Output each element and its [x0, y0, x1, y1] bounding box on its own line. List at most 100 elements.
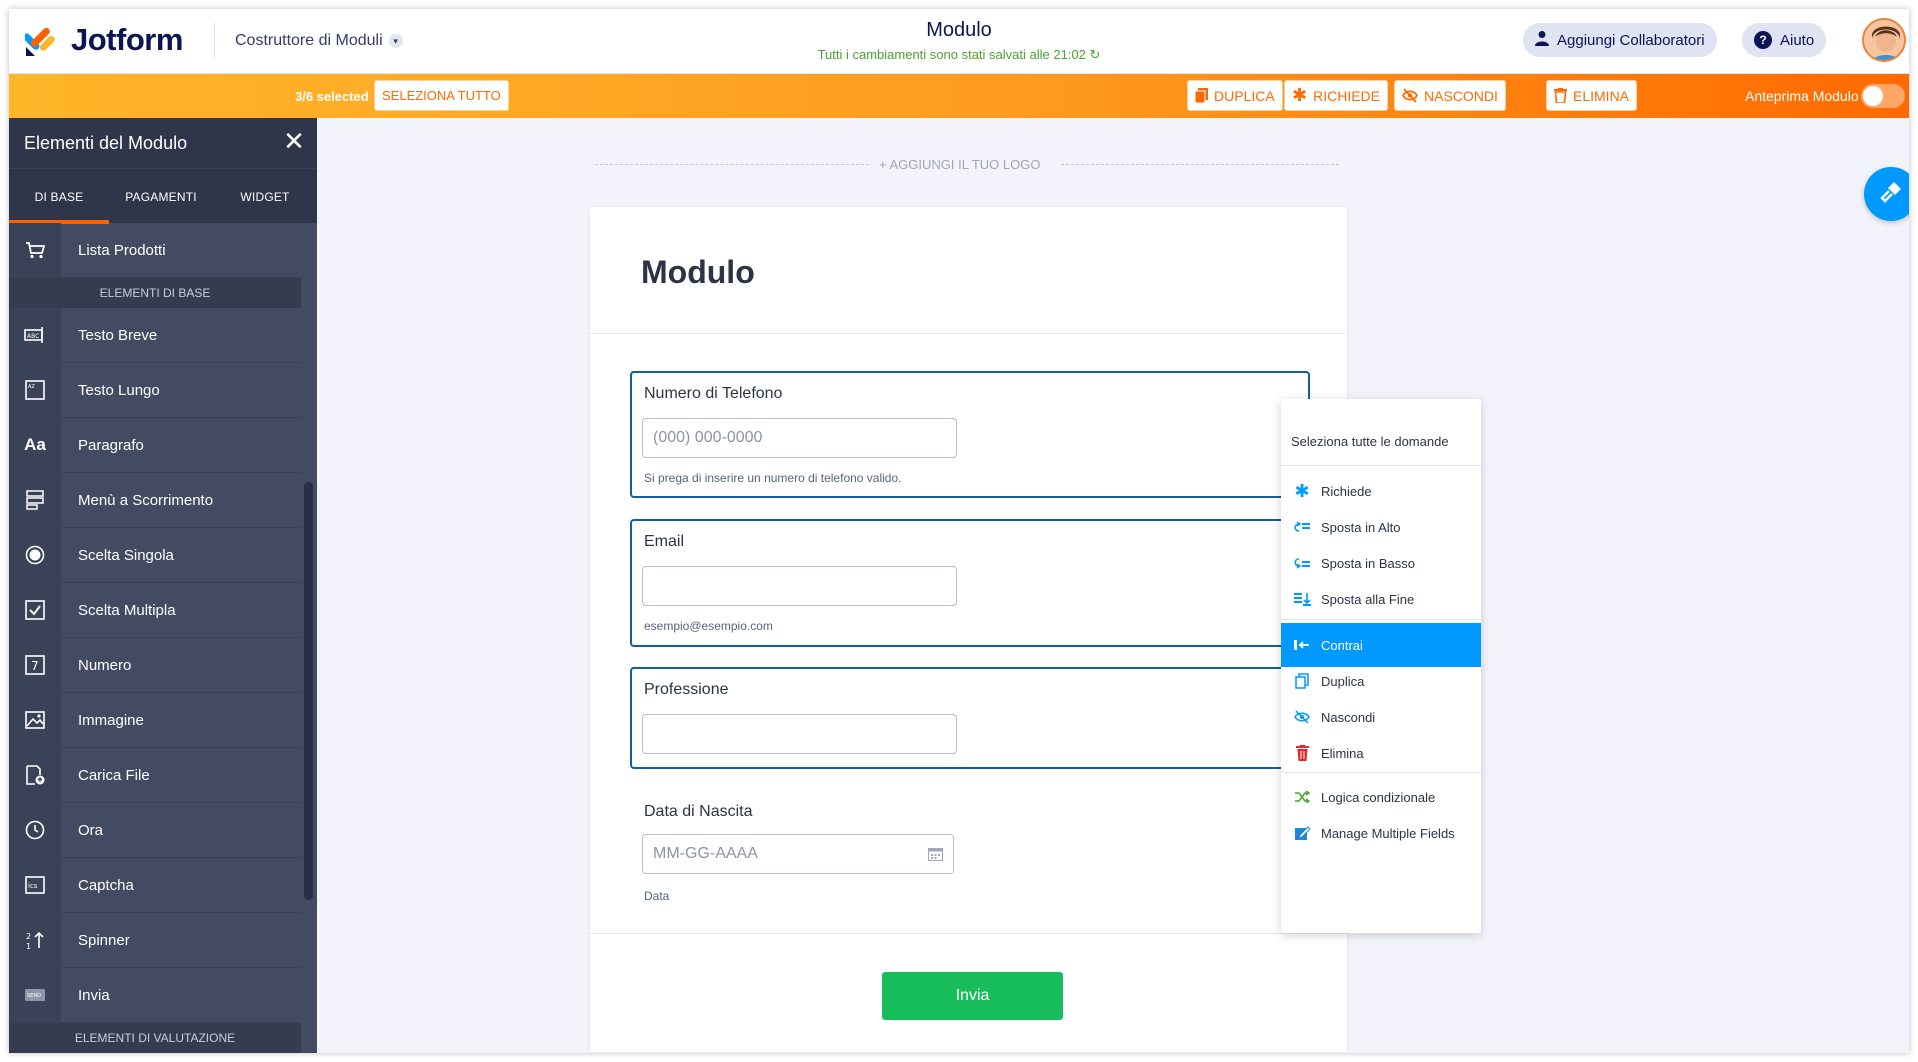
question-birthdate[interactable]: Data di Nascita MM-GG-AAAA Data	[630, 789, 1310, 919]
sidebar-item-label: Spinner	[78, 931, 130, 949]
form-card: Modulo Numero di Telefono (000) 000-0000…	[590, 207, 1347, 1052]
move-down-icon	[1293, 554, 1311, 572]
trash-icon	[1554, 88, 1567, 104]
phone-input[interactable]: (000) 000-0000	[642, 418, 957, 458]
sidebar-item-label: Lista Prodotti	[78, 241, 166, 259]
sidebar-item-file-upload[interactable]: Carica File	[9, 747, 301, 803]
section-basic-elements: ELEMENTI DI BASE	[9, 278, 301, 308]
required-button[interactable]: ✱ RICHIEDE	[1284, 80, 1388, 111]
submit-button[interactable]: Invia	[882, 972, 1063, 1020]
sidebar-item-label: Testo Breve	[78, 326, 158, 344]
preview-toggle[interactable]	[1861, 84, 1905, 108]
close-icon[interactable]: ✕	[283, 128, 305, 154]
sidebar-item-captcha[interactable]: ics Captcha	[9, 857, 301, 913]
sidebar-title: Elementi del Modulo	[24, 133, 188, 153]
question-label: Numero di Telefono	[644, 385, 783, 402]
tab-widget[interactable]: WIDGET	[213, 169, 317, 224]
submit-icon: SEND	[9, 967, 61, 1023]
menu-item-label: Sposta alla Fine	[1321, 591, 1415, 607]
image-icon	[9, 692, 61, 748]
builder-dropdown[interactable]: Costruttore di Moduli ▾	[235, 32, 403, 50]
move-up-icon	[1293, 518, 1311, 536]
select-all-questions[interactable]: Seleziona tutte le domande	[1291, 434, 1449, 449]
sidebar-item-spinner[interactable]: 21 Spinner	[9, 912, 301, 968]
menu-divider	[1281, 772, 1481, 773]
question-phone[interactable]: Numero di Telefono (000) 000-0000 Si pre…	[630, 371, 1310, 498]
profession-input[interactable]	[642, 714, 957, 754]
delete-button[interactable]: ELIMINA	[1546, 80, 1638, 111]
help-label: Aiuto	[1780, 31, 1815, 49]
form-designer-button[interactable]	[1864, 167, 1909, 221]
menu-item-label: Nascondi	[1321, 709, 1376, 725]
captcha-icon: ics	[9, 857, 61, 913]
help-icon: ?	[1754, 31, 1772, 49]
question-profession[interactable]: Professione	[630, 667, 1310, 769]
number-icon: 7	[9, 637, 61, 693]
jotform-logo-icon	[23, 23, 57, 57]
question-label: Professione	[644, 681, 729, 698]
sidebar-item-label: Ora	[78, 821, 104, 839]
required-label: RICHIEDE	[1313, 87, 1380, 104]
select-all-button[interactable]: SELEZIONA TUTTO	[374, 80, 509, 111]
submit-divider	[590, 933, 1347, 934]
delete-label: ELIMINA	[1573, 87, 1630, 104]
sidebar-header: Elementi del Modulo ✕	[9, 118, 317, 168]
logo-dashed-line-left	[595, 164, 869, 165]
add-logo-button[interactable]: + AGGIUNGI IL TUO LOGO	[879, 157, 1040, 172]
add-collaborators-label: Aggiungi Collaboratori	[1557, 31, 1705, 49]
refresh-icon: ↻	[1089, 47, 1101, 62]
email-input[interactable]	[642, 566, 957, 606]
sidebar-item-short-text[interactable]: ABC Testo Breve	[9, 307, 301, 363]
user-icon	[1535, 30, 1549, 50]
selection-count: 3/6 selected	[295, 89, 369, 104]
menu-item-label: Logica condizionale	[1321, 789, 1436, 805]
sidebar-item-label: Invia	[78, 986, 110, 1004]
sidebar-item-image[interactable]: Immagine	[9, 692, 301, 748]
calendar-icon[interactable]	[928, 847, 943, 866]
question-label: Email	[644, 533, 685, 550]
avatar[interactable]	[1862, 18, 1906, 62]
jotform-logo[interactable]: Jotform	[23, 22, 183, 58]
menu-item-move-end[interactable]: Sposta alla Fine	[1281, 577, 1481, 621]
phone-sublabel: Si prega di inserire un numero di telefo…	[644, 471, 902, 485]
conditional-logic-icon	[1293, 788, 1311, 806]
section-rating-elements: ELEMENTI DI VALUTAZIONE	[9, 1023, 301, 1053]
clock-icon	[9, 802, 61, 858]
sidebar-item-label: Scelta Multipla	[78, 601, 176, 619]
asterisk-icon: ✱	[1292, 85, 1308, 105]
header-divider	[214, 23, 215, 59]
app-window: Jotform Costruttore di Moduli ▾ Modulo T…	[9, 9, 1909, 1053]
manage-fields-icon	[1293, 824, 1311, 842]
sidebar-item-dropdown[interactable]: Menù a Scorrimento	[9, 472, 301, 528]
birthdate-input[interactable]: MM-GG-AAAA	[642, 834, 954, 874]
sidebar-item-number[interactable]: 7 Numero	[9, 637, 301, 693]
svg-text:ABC: ABC	[27, 333, 39, 340]
hide-button[interactable]: NASCONDI	[1394, 80, 1506, 111]
duplicate-button[interactable]: DUPLICA	[1187, 80, 1283, 111]
sidebar-item-long-text[interactable]: AZ Testo Lungo	[9, 362, 301, 418]
sidebar-item-time[interactable]: Ora	[9, 802, 301, 858]
menu-item-delete[interactable]: Elimina	[1281, 731, 1481, 775]
checkbox-icon	[9, 582, 61, 638]
tab-payments[interactable]: PAGAMENTI	[109, 169, 213, 224]
sidebar-item-product-list[interactable]: Lista Prodotti	[9, 222, 301, 278]
menu-item-manage-fields[interactable]: Manage Multiple Fields	[1281, 811, 1481, 855]
sidebar-item-paragraph[interactable]: Aa Paragrafo	[9, 417, 301, 473]
phone-placeholder: (000) 000-0000	[653, 429, 763, 446]
collapse-icon	[1293, 636, 1311, 654]
add-collaborators-button[interactable]: Aggiungi Collaboratori	[1523, 23, 1717, 57]
tab-basic[interactable]: DI BASE	[9, 169, 109, 224]
sidebar-item-label: Numero	[78, 656, 132, 674]
move-end-icon	[1293, 590, 1311, 608]
sidebar-item-submit[interactable]: SEND Invia	[9, 967, 301, 1023]
sidebar-scrollbar[interactable]	[304, 482, 313, 900]
help-button[interactable]: ? Aiuto	[1742, 23, 1827, 57]
form-heading[interactable]: Modulo	[641, 254, 755, 291]
sidebar-item-single-choice[interactable]: Scelta Singola	[9, 527, 301, 583]
heading-divider	[590, 333, 1347, 334]
sidebar-item-multiple-choice[interactable]: Scelta Multipla	[9, 582, 301, 638]
file-upload-icon	[9, 747, 61, 803]
top-bar: Jotform Costruttore di Moduli ▾ Modulo T…	[9, 9, 1909, 74]
radio-icon	[9, 527, 61, 583]
question-email[interactable]: Email esempio@esempio.com	[630, 519, 1310, 647]
